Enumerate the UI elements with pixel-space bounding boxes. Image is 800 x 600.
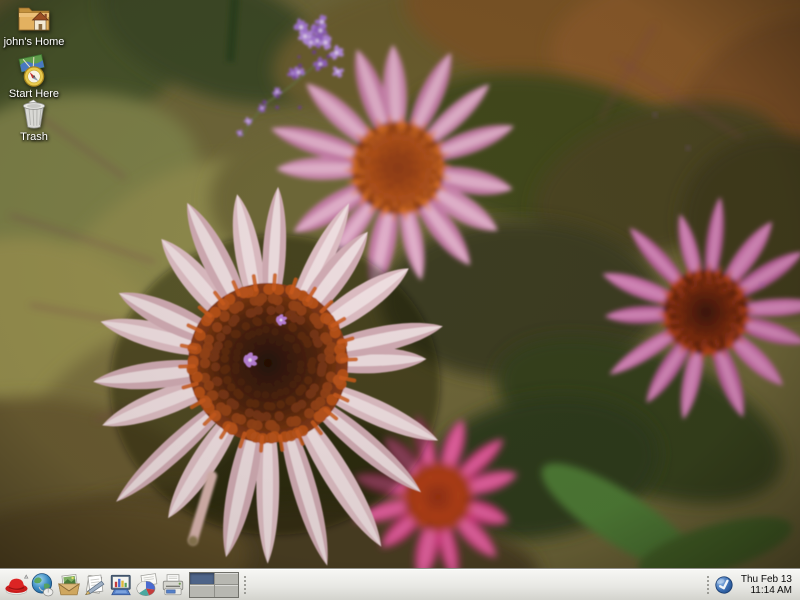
workspace-cell[interactable] <box>215 585 239 597</box>
clock-date: Thu Feb 13 <box>741 574 792 585</box>
printer-icon <box>160 572 186 598</box>
desktop-icon-start-here[interactable]: Start Here <box>2 54 66 100</box>
tray-drag-handle[interactable] <box>705 574 711 596</box>
desktop-icon-label: Trash <box>20 131 48 143</box>
trash-icon <box>19 98 49 130</box>
workspace-cell[interactable] <box>215 573 239 585</box>
desktop-icon-home[interactable]: john's Home <box>2 3 66 48</box>
home-folder-icon <box>16 3 52 35</box>
spreadsheet-launcher[interactable] <box>134 571 160 599</box>
panel-drag-handle[interactable] <box>242 574 248 596</box>
start-here-icon <box>16 54 52 87</box>
clock-time: 11:14 AM <box>741 585 792 596</box>
pie-chart-icon <box>134 572 160 598</box>
desktop-wallpaper <box>0 0 800 600</box>
email-launcher[interactable] <box>56 571 82 599</box>
workspace-cell[interactable] <box>190 573 214 585</box>
taskbar-panel: Thu Feb 13 11:14 AM <box>0 568 800 600</box>
blue-check-icon <box>714 575 734 595</box>
desktop-icon-label: john's Home <box>4 36 65 48</box>
desktop[interactable]: john's Home Start Here Trash <box>0 0 800 568</box>
workspace-cell[interactable] <box>190 585 214 597</box>
envelope-photo-icon <box>56 572 82 598</box>
web-browser-launcher[interactable] <box>30 571 56 599</box>
presentation-launcher[interactable] <box>108 571 134 599</box>
panel-clock[interactable]: Thu Feb 13 11:14 AM <box>741 574 792 596</box>
print-manager-launcher[interactable] <box>160 571 186 599</box>
main-menu-button[interactable] <box>4 571 30 599</box>
screen-chart-icon <box>108 572 134 598</box>
workspace-switcher[interactable] <box>189 572 239 598</box>
red-hat-icon <box>4 572 30 598</box>
desktop-icon-trash[interactable]: Trash <box>2 98 66 143</box>
globe-mouse-icon <box>30 572 56 598</box>
documents-pen-icon <box>82 572 108 598</box>
update-notifier-icon[interactable] <box>714 575 734 595</box>
word-processor-launcher[interactable] <box>82 571 108 599</box>
